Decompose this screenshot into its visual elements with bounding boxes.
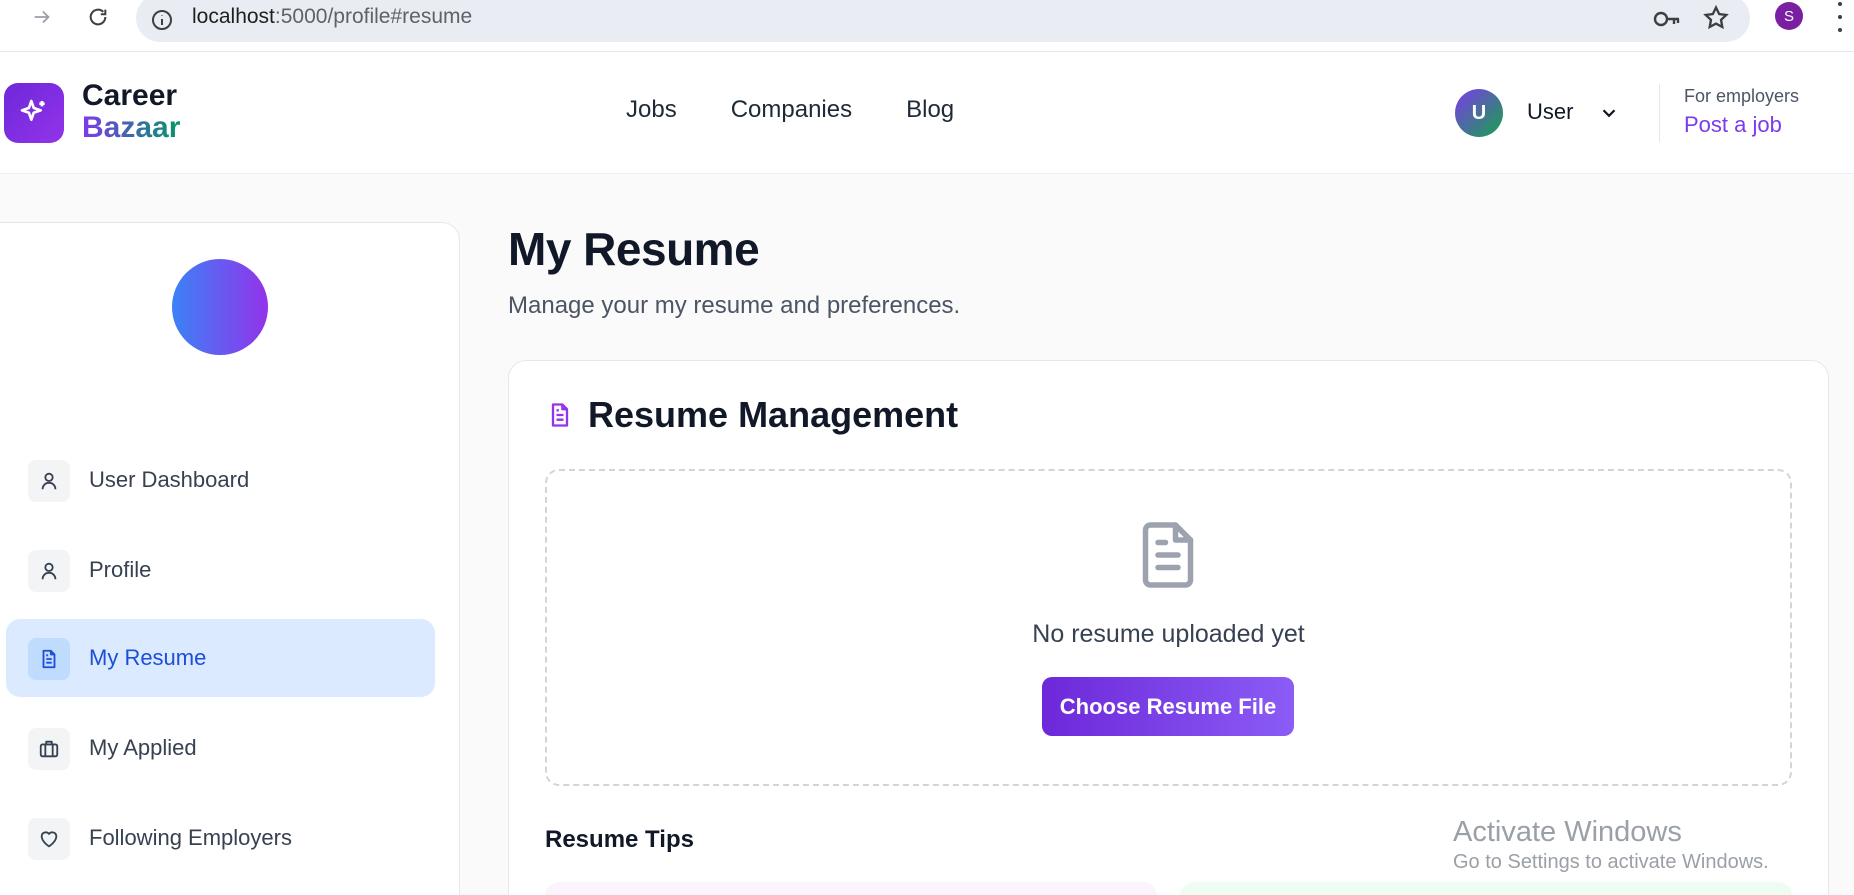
sidebar-item-following-employers[interactable]: Following Employers	[6, 799, 435, 877]
watermark-subtitle: Go to Settings to activate Windows.	[1453, 851, 1769, 873]
sidebar-item-profile[interactable]: Profile	[6, 531, 435, 609]
resume-tip-card	[1180, 882, 1792, 895]
card-title: Resume Management	[588, 394, 959, 435]
page-subtitle: Manage your my resume and preferences.	[508, 292, 961, 319]
browser-profile-avatar[interactable]: S	[1775, 2, 1803, 30]
user-avatar[interactable]: U	[1455, 89, 1503, 137]
post-job-link[interactable]: Post a job	[1684, 112, 1782, 138]
nav-jobs[interactable]: Jobs	[626, 96, 677, 124]
resume-tips-heading: Resume Tips	[545, 826, 694, 853]
watermark-title: Activate Windows	[1453, 816, 1682, 848]
brand-logo-text[interactable]: Career Bazaar	[82, 80, 180, 144]
resume-tip-card	[545, 882, 1157, 895]
user-menu-name[interactable]: User	[1527, 99, 1573, 125]
windows-activation-watermark: Activate Windows Go to Settings to activ…	[1453, 816, 1769, 874]
chevron-down-icon[interactable]	[1598, 102, 1620, 124]
main-nav: Jobs Companies Blog	[626, 96, 954, 124]
profile-avatar	[172, 259, 268, 355]
bookmark-star-icon[interactable]	[1702, 4, 1730, 32]
site-header: Career Bazaar Jobs Companies Blog U User…	[0, 52, 1854, 174]
header-divider	[1659, 84, 1660, 142]
logo-sparkle-icon[interactable]	[4, 83, 64, 143]
empty-state-text: No resume uploaded yet	[1032, 620, 1305, 648]
brand-line-1: Career	[82, 79, 178, 112]
site-info-icon[interactable]	[150, 8, 174, 32]
page-title: My Resume	[508, 223, 760, 275]
sidebar-item-label: My Applied	[89, 735, 197, 760]
briefcase-icon	[28, 728, 70, 770]
url-path: :5000/profile#resume	[274, 5, 473, 28]
address-bar[interactable]: localhost:5000/profile#resume	[136, 0, 1750, 42]
user-icon	[28, 550, 70, 592]
heart-icon	[28, 818, 70, 860]
url-text[interactable]: localhost:5000/profile#resume	[192, 0, 472, 34]
choose-resume-button[interactable]: Choose Resume File	[1042, 677, 1294, 736]
browser-toolbar: localhost:5000/profile#resume S	[0, 0, 1854, 52]
sidebar-item-my-applied[interactable]: My Applied	[6, 709, 435, 787]
document-icon	[28, 638, 70, 680]
password-key-icon[interactable]	[1652, 6, 1682, 32]
sidebar-item-label: Following Employers	[89, 825, 292, 850]
user-icon	[28, 460, 70, 502]
brand-line-2: Bazaar	[82, 111, 181, 144]
sidebar-item-my-resume[interactable]: My Resume	[6, 619, 435, 697]
sidebar-item-user-dashboard[interactable]: User Dashboard	[6, 441, 435, 519]
document-icon	[546, 400, 574, 430]
forward-icon[interactable]	[22, 4, 62, 30]
nav-companies[interactable]: Companies	[731, 96, 852, 124]
sidebar-item-label: User Dashboard	[89, 467, 250, 492]
sidebar-item-label: My Resume	[89, 645, 207, 670]
reload-icon[interactable]	[78, 4, 118, 30]
file-text-icon	[1138, 520, 1198, 590]
for-employers-label: For employers	[1684, 86, 1800, 106]
nav-blog[interactable]: Blog	[906, 96, 954, 124]
url-host: localhost	[192, 5, 275, 28]
sidebar-item-label: Profile	[89, 557, 152, 582]
browser-menu-icon[interactable]	[1836, 2, 1844, 32]
